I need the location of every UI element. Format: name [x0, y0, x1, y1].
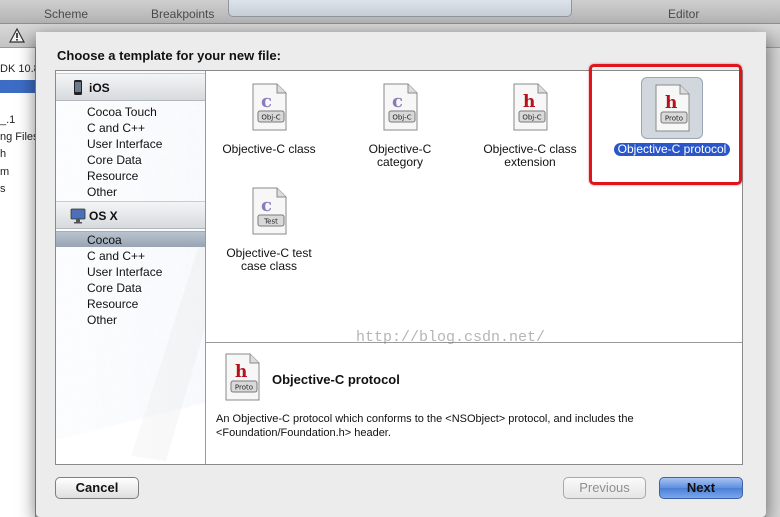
svg-text:h: h	[523, 92, 535, 112]
breakpoints-label[interactable]: Breakpoints	[151, 7, 214, 21]
objc-file-icon: c Obj-C	[252, 83, 287, 131]
category-c-cpp-ios[interactable]: C and C++	[56, 120, 205, 136]
template-label: Objective-C class	[222, 142, 316, 156]
svg-text:h: h	[235, 362, 247, 382]
activity-viewer	[228, 0, 572, 17]
category-list: iOS Cocoa Touch C and C++ User Interface…	[56, 71, 206, 464]
new-file-sheet: Choose a template for your new file: iOS…	[36, 32, 766, 517]
category-user-interface-ios[interactable]: User Interface	[56, 136, 205, 152]
navigator-item-selected[interactable]	[0, 80, 35, 93]
category-c-cpp-osx[interactable]: C and C++	[56, 248, 205, 264]
group-label-osx: OS X	[89, 209, 118, 223]
category-resource-ios[interactable]: Resource	[56, 168, 205, 184]
mac-icon	[70, 208, 86, 224]
project-navigator: DK 10.8 _.1 ng Files h m s	[0, 48, 36, 517]
group-label-ios: iOS	[89, 81, 110, 95]
xcode-toolbar: Scheme Breakpoints Editor	[0, 0, 780, 24]
right-gutter	[766, 48, 780, 517]
svg-text:c: c	[261, 195, 272, 216]
next-button[interactable]: Next	[659, 477, 743, 499]
template-description: h Proto Objective-C protocol An Objectiv…	[206, 343, 742, 464]
navigator-item[interactable]: ng Files	[0, 131, 35, 143]
category-resource-osx[interactable]: Resource	[56, 296, 205, 312]
description-title: Objective-C protocol	[272, 372, 400, 387]
warning-icon[interactable]	[9, 28, 25, 44]
navigator-item[interactable]: _.1	[0, 114, 15, 126]
svg-text:Obj-C: Obj-C	[522, 114, 541, 122]
editor-label[interactable]: Editor	[668, 7, 699, 21]
category-core-data-osx[interactable]: Core Data	[56, 280, 205, 296]
category-user-interface-osx[interactable]: User Interface	[56, 264, 205, 280]
svg-text:Obj-C: Obj-C	[261, 114, 280, 122]
group-header-ios: iOS	[56, 73, 205, 101]
navigator-item[interactable]: DK 10.8	[0, 63, 35, 75]
category-core-data-ios[interactable]: Core Data	[56, 152, 205, 168]
description-text: An Objective-C protocol which conforms t…	[216, 413, 634, 439]
template-label: Objective-C class extension	[483, 142, 577, 169]
iphone-icon	[74, 80, 82, 95]
header-file-icon: h Obj-C	[513, 83, 548, 131]
category-cocoa[interactable]: Cocoa	[56, 231, 205, 247]
template-objc-category[interactable]: c Obj-C Objective-C category	[335, 77, 465, 169]
navigator-item[interactable]: h	[0, 148, 6, 160]
highlight-annotation	[589, 64, 742, 185]
test-file-icon: c Test	[252, 187, 287, 235]
navigator-item[interactable]: m	[0, 166, 9, 178]
svg-text:c: c	[261, 91, 272, 112]
category-other-osx[interactable]: Other	[56, 312, 205, 328]
template-label: Objective-C category	[368, 142, 432, 169]
scheme-label[interactable]: Scheme	[44, 7, 88, 21]
template-objc-test-case[interactable]: c Test Objective-C test case class	[204, 181, 334, 273]
category-other-ios[interactable]: Other	[56, 184, 205, 200]
svg-text:Test: Test	[263, 218, 278, 226]
svg-text:c: c	[392, 91, 403, 112]
previous-button[interactable]: Previous	[563, 477, 646, 499]
template-objc-class-extension[interactable]: h Obj-C Objective-C class extension	[465, 77, 595, 169]
objc-file-icon: c Obj-C	[383, 83, 418, 131]
template-label: Objective-C test case class	[226, 246, 312, 273]
svg-text:Obj-C: Obj-C	[392, 114, 411, 122]
template-objc-class[interactable]: c Obj-C Objective-C class	[204, 77, 334, 156]
svg-text:Proto: Proto	[235, 384, 253, 392]
protocol-file-icon: h Proto	[225, 353, 260, 401]
navigator-item[interactable]: s	[0, 183, 6, 195]
group-header-osx: OS X	[56, 201, 205, 229]
cancel-button[interactable]: Cancel	[55, 477, 139, 499]
category-cocoa-touch[interactable]: Cocoa Touch	[56, 104, 205, 120]
sheet-title: Choose a template for your new file:	[57, 48, 281, 63]
